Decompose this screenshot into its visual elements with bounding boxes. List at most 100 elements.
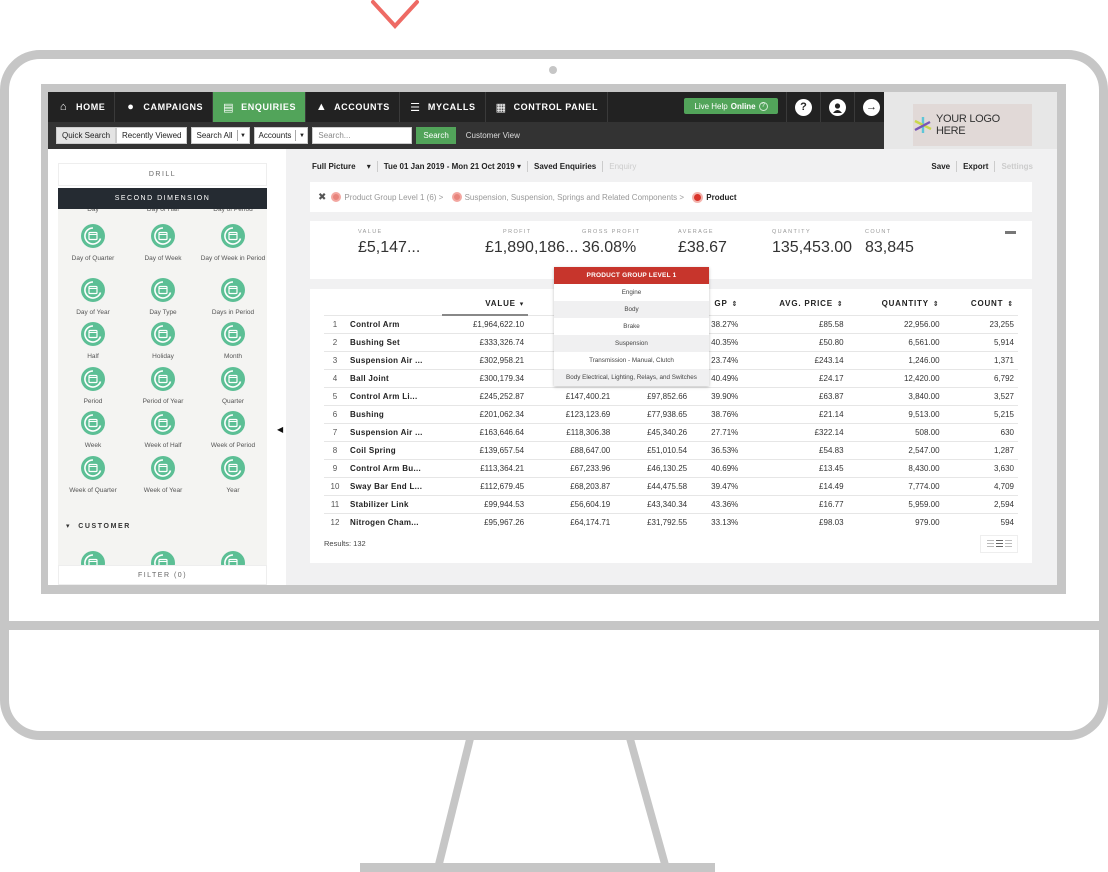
second-dimension-header[interactable]: SECOND DIMENSION	[58, 188, 267, 209]
dimension-item[interactable]: Period of Year	[128, 366, 198, 406]
dimension-item[interactable]: Half	[58, 321, 128, 361]
dimension-item[interactable]: Week	[58, 410, 128, 450]
product-name[interactable]: Control Arm	[346, 314, 442, 333]
kpi-quantity: QUANTITY 135,453.00	[772, 229, 852, 257]
dropdown-option[interactable]: Engine	[554, 284, 709, 301]
dropdown-option[interactable]: Body Electrical, Lighting, Relays, and S…	[554, 369, 709, 386]
save-button[interactable]: Save	[931, 162, 950, 171]
dimension-item[interactable]: Day of Week	[128, 223, 198, 263]
clear-drill-icon[interactable]: ✖	[318, 192, 326, 203]
product-name[interactable]: Bushing	[346, 404, 442, 423]
product-name[interactable]: Stabilizer Link	[346, 494, 442, 513]
dimension-item[interactable]: Period	[58, 366, 128, 406]
nav-accounts[interactable]: ▲ ACCOUNTS	[306, 92, 400, 122]
table-row[interactable]: 10 Sway Bar End L... £112,679.45 £68,203.87…	[324, 476, 1018, 495]
kpi-label: GROSS PROFIT	[582, 229, 641, 235]
col-avg-price[interactable]: AVG. PRICE ⇕	[742, 293, 847, 315]
table-row[interactable]: 7 Suspension Air ... £163,646.64 £118,306.3…	[324, 422, 1018, 441]
saved-enquiries-link[interactable]: Saved Enquiries	[534, 162, 596, 171]
dimension-label: Days in Period	[211, 309, 255, 317]
recently-viewed-tab[interactable]: Recently Viewed	[116, 127, 188, 144]
table-row[interactable]: 11 Stabilizer Link £99,944.53 £56,604.19 £43…	[324, 494, 1018, 513]
dimension-item[interactable]: Week of Half	[128, 410, 198, 450]
dimension-item[interactable]: Holiday	[128, 321, 198, 361]
dimension-item[interactable]: Month	[198, 321, 267, 361]
product-name[interactable]: Ball Joint	[346, 368, 442, 387]
enquiry-link[interactable]: Enquiry	[609, 162, 636, 171]
nav-enquiries[interactable]: ▤ ENQUIRIES	[213, 92, 307, 122]
view-select[interactable]: Full Picture ▾	[312, 162, 371, 171]
dimension-item[interactable]: Day of Quarter	[58, 223, 128, 263]
product-name[interactable]: Suspension Air ...	[346, 422, 442, 441]
export-button[interactable]: Export	[963, 162, 988, 171]
search-entity-select[interactable]: Accounts ▼	[253, 127, 309, 144]
table-row[interactable]: 5 Control Arm Li... £245,252.87 £147,400.21…	[324, 386, 1018, 405]
nav-mycalls[interactable]: ☰ MYCALLS	[400, 92, 486, 122]
collapse-kpis-button[interactable]	[1005, 231, 1016, 234]
view-density-toggle[interactable]	[980, 535, 1018, 553]
product-name[interactable]: Coil Spring	[346, 440, 442, 459]
density-wide-icon[interactable]	[1004, 539, 1012, 549]
product-name[interactable]: Nitrogen Cham...	[346, 512, 442, 531]
table-row[interactable]: 9 Control Arm Bu... £113,364.21 £67,233.96 £…	[324, 458, 1018, 477]
search-button[interactable]: Search	[416, 127, 456, 144]
search-input[interactable]: Search...	[312, 127, 413, 144]
customer-dimension-item[interactable]	[198, 550, 267, 565]
dimension-item[interactable]: Day of Year	[58, 277, 128, 317]
product-name[interactable]: Bushing Set	[346, 332, 442, 351]
sort-icon: ⇕	[836, 301, 844, 309]
help-button[interactable]: ?	[786, 92, 820, 122]
kpi-gross-profit: GROSS PROFIT 36.08%	[582, 229, 640, 257]
dimension-item[interactable]: Day of Half	[128, 209, 198, 214]
customer-view-link[interactable]: Customer View	[466, 131, 520, 140]
nav-campaigns[interactable]: ● CAMPAIGNS	[115, 92, 214, 122]
collapse-panel-icon[interactable]: ◀	[277, 425, 285, 435]
dimension-item[interactable]: Day Type	[128, 277, 198, 317]
customer-section-header[interactable]: ▾ CUSTOMER	[66, 522, 131, 530]
calendar-dimension-icon	[221, 224, 245, 248]
dropdown-option[interactable]: Transmission - Manual, Clutch	[554, 352, 709, 369]
product-name[interactable]: Suspension Air ...	[346, 350, 442, 369]
drill-button[interactable]: DRILL	[58, 163, 267, 186]
col-count[interactable]: COUNT ⇕	[944, 293, 1018, 315]
customer-dimension-item[interactable]	[58, 550, 128, 565]
col-quantity[interactable]: QUANTITY ⇕	[848, 293, 944, 315]
live-help-button[interactable]: Live Help Online ?	[684, 98, 778, 114]
dimension-item[interactable]: Days in Period	[198, 277, 267, 317]
logout-button[interactable]: →	[854, 92, 888, 122]
search-scope-select[interactable]: Search All ▼	[191, 127, 250, 144]
quick-search-tab[interactable]: Quick Search	[56, 127, 117, 144]
product-name[interactable]: Control Arm Li...	[346, 386, 442, 405]
dimension-item[interactable]: Day of Period	[198, 209, 267, 214]
table-row[interactable]: 8 Coil Spring £139,657.54 £88,647.00 £51,010…	[324, 440, 1018, 459]
dimension-item[interactable]: Week of Period	[198, 410, 267, 450]
product-name[interactable]: Sway Bar End L...	[346, 476, 442, 495]
dropdown-option[interactable]: Body	[554, 301, 709, 318]
filter-button[interactable]: FILTER (0)	[58, 565, 267, 585]
nav-control-panel[interactable]: ▦ CONTROL PANEL	[486, 92, 609, 122]
settings-button[interactable]: Settings	[1001, 162, 1033, 171]
table-row[interactable]: 12 Nitrogen Cham... £95,967.26 £64,174.71 £3…	[324, 512, 1018, 531]
profile-button[interactable]	[820, 92, 854, 122]
nav-home[interactable]: ⌂ HOME	[48, 92, 116, 122]
density-normal-icon[interactable]	[995, 539, 1003, 549]
gp-cell: 43.36%	[691, 494, 743, 513]
product-name[interactable]: Control Arm Bu...	[346, 458, 442, 477]
user-icon	[829, 98, 846, 116]
table-row[interactable]: 6 Bushing £201,062.34 £123,123.69 £77,938.65…	[324, 404, 1018, 423]
breadcrumb-level-1[interactable]: Product Group Level 1 (6) >	[344, 193, 443, 202]
dropdown-option[interactable]: Brake	[554, 318, 709, 335]
dimension-item[interactable]: Week of Quarter	[58, 455, 128, 495]
dimension-item[interactable]: Year	[198, 455, 267, 495]
breadcrumb-level-2[interactable]: Suspension, Suspension, Springs and Rela…	[465, 193, 684, 202]
dimension-item[interactable]: Day of Week in Period	[198, 223, 267, 263]
col-value[interactable]: VALUE ▾	[442, 293, 529, 316]
logo-area: YOUR LOGO HERE	[884, 92, 1057, 149]
dimension-item[interactable]: Week of Year	[128, 455, 198, 495]
density-compact-icon[interactable]	[986, 539, 994, 549]
dimension-item[interactable]: Day	[58, 209, 128, 214]
customer-dimension-item[interactable]	[128, 550, 198, 565]
dropdown-option[interactable]: Suspension	[554, 335, 709, 352]
dimension-item[interactable]: Quarter	[198, 366, 267, 406]
date-range-select[interactable]: Tue 01 Jan 2019 - Mon 21 Oct 2019 ▾	[384, 162, 521, 171]
